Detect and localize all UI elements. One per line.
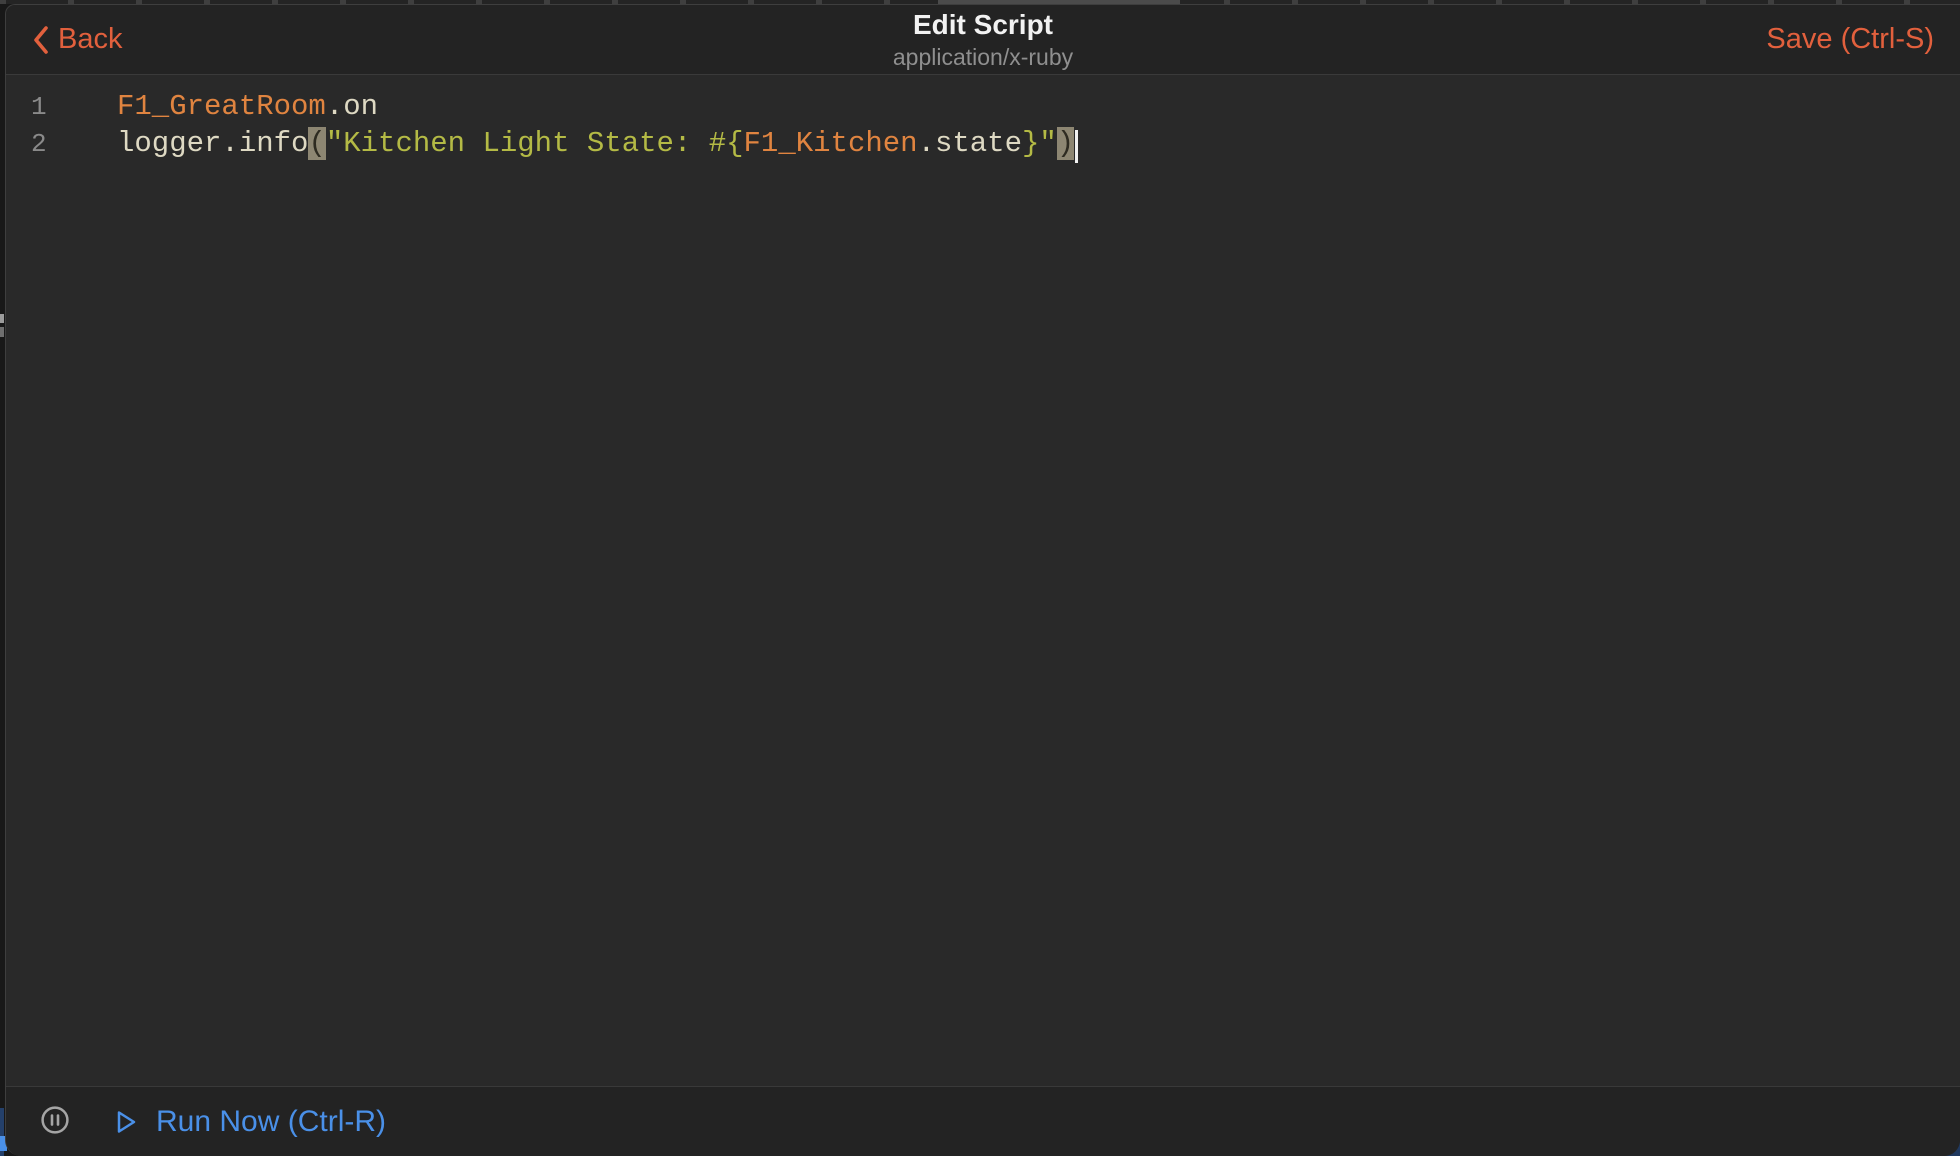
code-token: .on bbox=[326, 90, 378, 123]
pause-button[interactable] bbox=[40, 1105, 70, 1138]
back-button[interactable]: Back bbox=[32, 5, 122, 74]
save-button[interactable]: Save (Ctrl-S) bbox=[1766, 5, 1934, 74]
run-now-button[interactable]: Run Now (Ctrl-R) bbox=[112, 1105, 386, 1139]
back-button-label: Back bbox=[58, 23, 122, 56]
modal-header: Back Edit Script application/x-ruby Save… bbox=[6, 5, 1960, 75]
pause-circle-icon bbox=[40, 1105, 70, 1138]
code-lines: 1 F1_GreatRoom.on 2 logger.info("Kitchen Li… bbox=[6, 88, 1960, 162]
play-outline-icon bbox=[112, 1108, 140, 1136]
code-token: } bbox=[1022, 127, 1039, 160]
code-token: F1_Kitchen bbox=[744, 127, 918, 160]
code-editor[interactable]: 1 F1_GreatRoom.on 2 logger.info("Kitchen Li… bbox=[6, 75, 1960, 1085]
line-number: 2 bbox=[31, 126, 53, 163]
run-now-label: Run Now (Ctrl-R) bbox=[156, 1105, 386, 1139]
background-fragment bbox=[0, 327, 4, 337]
code-token: ( bbox=[308, 127, 325, 160]
text-cursor bbox=[1075, 130, 1078, 163]
line-number: 1 bbox=[31, 89, 53, 126]
code-token: .state bbox=[918, 127, 1022, 160]
code-token: " bbox=[1039, 127, 1056, 160]
code-line[interactable]: 1 F1_GreatRoom.on bbox=[6, 88, 1960, 125]
code-text: F1_GreatRoom.on bbox=[117, 90, 378, 123]
code-token: "Kitchen Light State: bbox=[326, 127, 709, 160]
code-token: ) bbox=[1057, 127, 1074, 160]
background-fragment bbox=[0, 314, 4, 323]
edit-script-modal: Back Edit Script application/x-ruby Save… bbox=[5, 4, 1960, 1156]
code-token: logger.info bbox=[117, 127, 308, 160]
code-text: logger.info("Kitchen Light State: #{F1_K… bbox=[117, 127, 1078, 160]
modal-title-group: Edit Script application/x-ruby bbox=[893, 5, 1073, 74]
code-token: #{ bbox=[709, 127, 744, 160]
chevron-left-icon bbox=[32, 25, 49, 55]
page-subtitle: application/x-ruby bbox=[893, 44, 1073, 70]
page-title: Edit Script bbox=[913, 9, 1053, 41]
bottom-toolbar: Run Now (Ctrl-R) bbox=[6, 1086, 1960, 1156]
code-line[interactable]: 2 logger.info("Kitchen Light State: #{F1_… bbox=[6, 125, 1960, 162]
code-token: F1_GreatRoom bbox=[117, 90, 326, 123]
